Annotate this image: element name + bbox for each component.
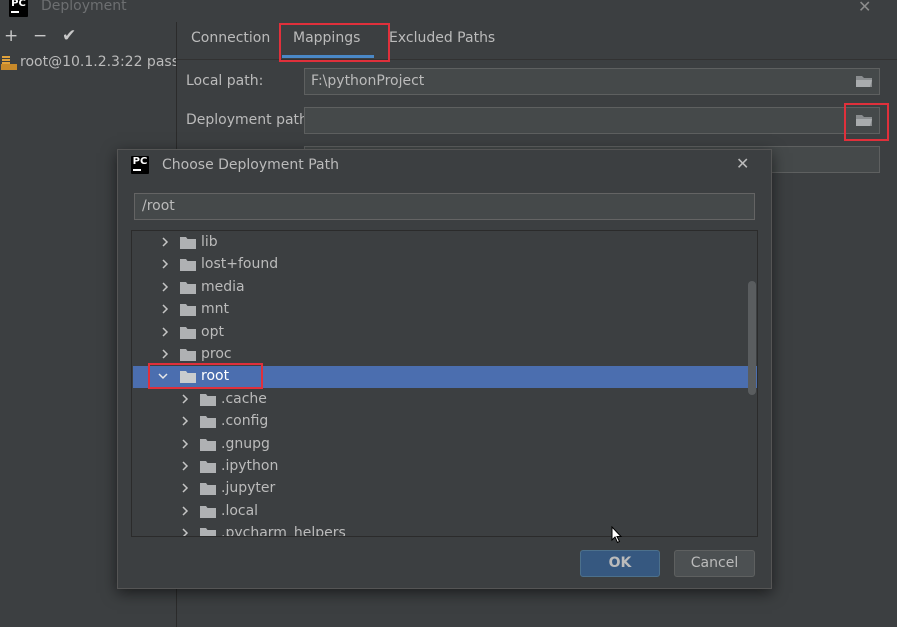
tree-row-label: proc xyxy=(201,346,232,362)
tree-scrollbar-thumb[interactable] xyxy=(748,281,756,395)
tree-row-label: opt xyxy=(201,323,224,340)
add-server-button[interactable]: + xyxy=(4,26,18,46)
cancel-button[interactable]: Cancel xyxy=(674,550,755,577)
chevron-right-icon[interactable] xyxy=(160,326,170,338)
tree-row-label: .config xyxy=(221,413,269,430)
chevron-right-icon[interactable] xyxy=(160,258,170,270)
browse-button-highlight-box xyxy=(844,103,889,141)
ok-button[interactable]: OK xyxy=(580,550,660,577)
tree-row[interactable]: .jupyter xyxy=(133,478,757,500)
sftp-server-icon xyxy=(1,56,17,70)
tree-row-label: .gnupg xyxy=(221,435,270,452)
tree-row[interactable]: lost+found xyxy=(133,254,757,276)
folder-icon xyxy=(180,237,196,249)
window-title: Deployment xyxy=(41,0,127,14)
chevron-right-icon[interactable] xyxy=(160,348,170,360)
dialog-title: Choose Deployment Path xyxy=(162,157,339,173)
logo-text: PC xyxy=(11,0,26,9)
folder-icon xyxy=(180,304,196,317)
remove-server-button[interactable]: − xyxy=(33,26,47,46)
deployment-path-field[interactable] xyxy=(304,107,880,134)
tab-excluded-paths[interactable]: Excluded Paths xyxy=(389,30,495,46)
folder-icon xyxy=(200,393,216,406)
path-input[interactable]: /root xyxy=(134,193,755,220)
window-close-icon[interactable]: ✕ xyxy=(858,0,871,16)
apply-checkmark-button[interactable]: ✔ xyxy=(62,26,76,46)
chevron-right-icon[interactable] xyxy=(180,482,190,494)
dialog-close-icon[interactable]: ✕ xyxy=(736,154,749,173)
folder-icon xyxy=(200,505,216,518)
chevron-right-icon[interactable] xyxy=(180,460,190,472)
tree-row-label: .cache xyxy=(221,390,267,407)
root-highlight-box xyxy=(148,363,263,389)
folder-icon xyxy=(200,438,216,451)
tree-row[interactable]: .gnupg xyxy=(133,434,757,456)
folder-icon xyxy=(200,483,216,496)
chevron-right-icon[interactable] xyxy=(180,527,190,537)
deployment-path-label: Deployment path: xyxy=(186,112,313,128)
chevron-right-icon[interactable] xyxy=(180,393,190,405)
tree-row-label: media xyxy=(201,278,245,295)
tree-row[interactable]: .pycharm_helpers xyxy=(133,523,757,537)
tree-row-label: mnt xyxy=(201,301,229,318)
tree-row-label: .pycharm_helpers xyxy=(221,525,346,537)
folder-icon xyxy=(200,461,216,473)
local-path-value: F:\pythonProject xyxy=(311,73,425,89)
chevron-right-icon[interactable] xyxy=(180,505,190,517)
chevron-right-icon[interactable] xyxy=(180,438,190,450)
local-path-field[interactable]: F:\pythonProject xyxy=(304,68,880,95)
tree-row-label: lib xyxy=(201,234,218,250)
tree-row-label: .ipython xyxy=(221,458,279,474)
tree-row[interactable]: .cache xyxy=(133,389,757,411)
pycharm-logo-icon: PC xyxy=(131,156,149,174)
chevron-right-icon[interactable] xyxy=(160,303,170,315)
mouse-cursor-icon xyxy=(611,526,623,544)
tab-connection[interactable]: Connection xyxy=(191,30,270,46)
folder-icon xyxy=(180,259,196,272)
chevron-right-icon[interactable] xyxy=(160,281,170,293)
tree-row-label: .jupyter xyxy=(221,480,276,497)
title-bar xyxy=(0,0,897,22)
folder-icon xyxy=(180,349,196,361)
folder-icon xyxy=(180,326,196,339)
tree-row[interactable]: .ipython xyxy=(133,456,757,478)
tree-row-label: .local xyxy=(221,502,259,519)
folder-icon xyxy=(200,416,216,429)
tree-row[interactable]: .local xyxy=(133,501,757,523)
tree-row[interactable]: opt xyxy=(133,322,757,344)
chevron-right-icon[interactable] xyxy=(160,236,170,248)
tree-row[interactable]: .config xyxy=(133,411,757,433)
path-input-value: /root xyxy=(142,198,175,214)
local-path-label: Local path: xyxy=(186,73,264,89)
tree-row[interactable]: mnt xyxy=(133,299,757,321)
folder-icon xyxy=(180,281,196,294)
mappings-highlight-box xyxy=(279,23,390,62)
logo-text: PC xyxy=(132,156,148,167)
tree-row-label: lost+found xyxy=(201,256,279,273)
chevron-right-icon[interactable] xyxy=(180,415,190,427)
local-path-folder-icon[interactable] xyxy=(855,74,877,90)
folder-icon xyxy=(200,528,216,536)
pycharm-logo-icon: PC xyxy=(9,0,28,17)
tree-row[interactable]: media xyxy=(133,277,757,299)
server-label: root@10.1.2.3:22 password xyxy=(20,54,176,70)
tree-row[interactable]: lib xyxy=(133,232,757,254)
